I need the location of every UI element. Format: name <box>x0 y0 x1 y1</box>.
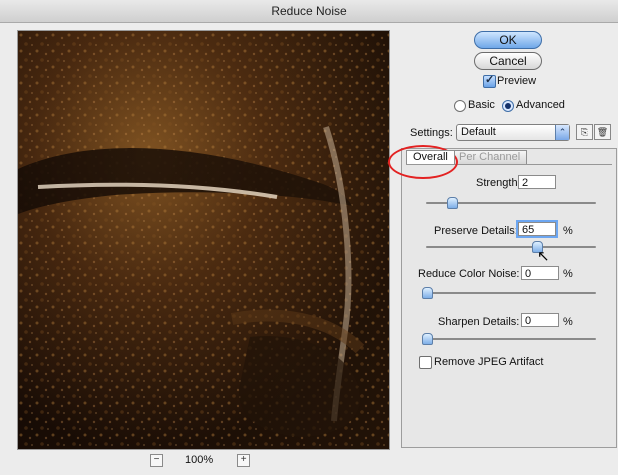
sharpen-details-unit: % <box>563 316 573 328</box>
preserve-details-input[interactable]: 65 <box>518 222 556 236</box>
preview-image <box>18 31 389 449</box>
advanced-label: Advanced <box>516 99 565 111</box>
zoom-in-button[interactable]: + <box>237 453 251 467</box>
cancel-button[interactable]: Cancel <box>474 52 542 70</box>
tab-per-channel[interactable]: Per Channel <box>452 150 528 164</box>
reduce-color-noise-label: Reduce Color Noise: <box>418 268 520 280</box>
reduce-color-noise-slider-thumb[interactable] <box>422 287 433 299</box>
sharpen-details-input[interactable]: 0 <box>521 313 559 327</box>
tab-bar: Overall Per Channel <box>406 150 612 165</box>
advanced-radio[interactable] <box>502 100 514 112</box>
mouse-pointer-icon: ↖ <box>537 248 550 265</box>
strength-slider-thumb[interactable] <box>447 197 458 209</box>
settings-label: Settings: <box>410 127 453 139</box>
trash-icon[interactable]: 🗑 <box>594 124 611 140</box>
sharpen-details-slider-track[interactable] <box>426 338 596 340</box>
image-preview[interactable] <box>17 30 390 450</box>
reduce-color-noise-slider-track[interactable] <box>426 292 596 294</box>
window-title-bar: Reduce Noise <box>0 0 618 23</box>
preserve-details-label: Preserve Details: <box>434 225 518 237</box>
settings-select[interactable]: Default ⌃ <box>456 124 570 141</box>
zoom-controls: − 100% + <box>150 452 251 468</box>
remove-jpeg-artifact-checkbox[interactable] <box>419 356 432 369</box>
preview-checkbox[interactable] <box>483 73 496 88</box>
preserve-details-slider-track[interactable] <box>426 246 596 248</box>
preview-label: Preview <box>497 75 537 87</box>
remove-jpeg-artifact-label: Remove JPEG Artifact <box>434 356 544 368</box>
save-settings-icon[interactable]: ⎘ <box>576 124 593 140</box>
reduce-color-noise-unit: % <box>563 268 573 280</box>
preserve-details-unit: % <box>563 225 573 237</box>
settings-value: Default <box>461 126 496 138</box>
strength-input[interactable]: 2 <box>518 175 556 189</box>
tab-overall[interactable]: Overall <box>406 150 455 164</box>
zoom-level: 100% <box>185 454 214 466</box>
reduce-color-noise-input[interactable]: 0 <box>521 266 559 280</box>
zoom-out-button[interactable]: − <box>150 453 163 467</box>
ok-button[interactable]: OK <box>474 31 542 49</box>
chevron-down-icon: ⌃ <box>555 125 569 140</box>
sharpen-details-label: Sharpen Details: <box>438 316 520 328</box>
basic-label: Basic <box>468 99 495 111</box>
sharpen-details-slider-thumb[interactable] <box>422 333 433 345</box>
strength-label: Strength: <box>476 177 521 189</box>
window-title: Reduce Noise <box>271 4 347 18</box>
settings-panel <box>401 148 617 448</box>
basic-radio[interactable] <box>454 100 466 112</box>
